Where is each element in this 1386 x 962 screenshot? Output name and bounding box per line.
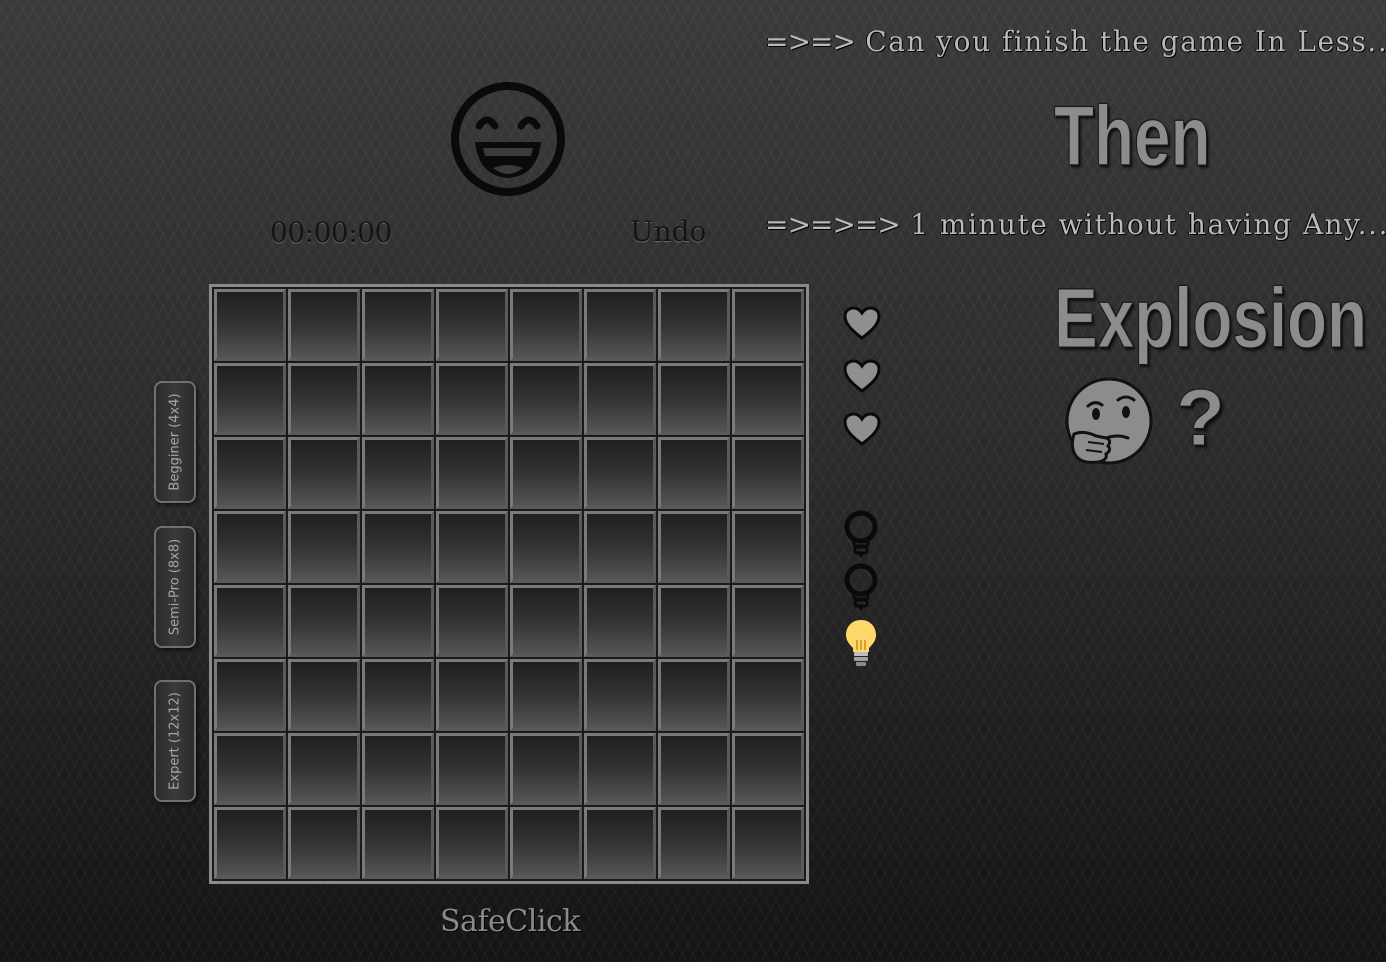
game-title: SafeClick xyxy=(440,904,580,939)
board-cell[interactable] xyxy=(732,733,804,805)
board-cell[interactable] xyxy=(510,733,582,805)
board-cell[interactable] xyxy=(436,437,508,509)
board-cell[interactable] xyxy=(362,289,434,361)
board-cell[interactable] xyxy=(510,659,582,731)
board-cell[interactable] xyxy=(362,511,434,583)
board-cell[interactable] xyxy=(584,437,656,509)
board-cell[interactable] xyxy=(584,289,656,361)
board-cell[interactable] xyxy=(436,363,508,435)
tagline-text-2: 1 minute without having Any... xyxy=(910,208,1386,241)
board-cell[interactable] xyxy=(214,585,286,657)
board-cell[interactable] xyxy=(584,807,656,879)
board-cell[interactable] xyxy=(584,659,656,731)
lightbulb-on-icon[interactable] xyxy=(842,618,880,668)
tagline-arrows-1: =>=> xyxy=(765,25,856,58)
tagline-arrows-2: =>=>=> xyxy=(765,208,901,241)
level-beginner-button[interactable]: Begginer (4x4) xyxy=(154,381,196,503)
board-cell[interactable] xyxy=(288,289,360,361)
board-cell[interactable] xyxy=(436,585,508,657)
timer: 00:00:00 xyxy=(270,216,392,249)
heart-icon xyxy=(843,359,881,393)
tagline-text-1: Can you finish the game In Less... xyxy=(865,25,1386,58)
explosion-heading: Explosion xyxy=(1054,271,1368,365)
level-semipro-label: Semi-Pro (8x8) xyxy=(167,538,183,636)
board-cell[interactable] xyxy=(214,733,286,805)
board-cell[interactable] xyxy=(584,511,656,583)
level-semipro-button[interactable]: Semi-Pro (8x8) xyxy=(154,526,196,648)
board-cell[interactable] xyxy=(658,289,730,361)
board-cell[interactable] xyxy=(214,363,286,435)
board-cell[interactable] xyxy=(214,511,286,583)
board-cell[interactable] xyxy=(362,807,434,879)
board-cell[interactable] xyxy=(732,363,804,435)
level-beginner-label: Begginer (4x4) xyxy=(167,393,183,491)
board-cell[interactable] xyxy=(584,363,656,435)
board-cell[interactable] xyxy=(214,437,286,509)
board-cell[interactable] xyxy=(658,807,730,879)
heart-icon xyxy=(843,412,881,446)
board-cell[interactable] xyxy=(658,437,730,509)
board-cell[interactable] xyxy=(436,807,508,879)
board-cell[interactable] xyxy=(436,659,508,731)
board-cell[interactable] xyxy=(288,807,360,879)
undo-button[interactable]: Undo xyxy=(630,212,710,252)
game-board xyxy=(209,284,809,884)
board-cell[interactable] xyxy=(510,585,582,657)
board-cell[interactable] xyxy=(362,659,434,731)
board-cell[interactable] xyxy=(362,363,434,435)
heart-icon xyxy=(843,306,881,340)
board-cell[interactable] xyxy=(658,511,730,583)
board-cell[interactable] xyxy=(214,289,286,361)
board-cell[interactable] xyxy=(510,289,582,361)
board-cell[interactable] xyxy=(658,363,730,435)
level-expert-label: Expert (12x12) xyxy=(167,692,183,790)
question-mark: ? xyxy=(1176,373,1226,462)
board-cell[interactable] xyxy=(436,289,508,361)
board-cell[interactable] xyxy=(436,733,508,805)
board-cell[interactable] xyxy=(214,659,286,731)
board-cell[interactable] xyxy=(732,585,804,657)
board-cell[interactable] xyxy=(732,807,804,879)
board-cell[interactable] xyxy=(288,585,360,657)
board-cell[interactable] xyxy=(436,511,508,583)
grinning-face-icon[interactable] xyxy=(449,80,567,198)
lightbulb-off-icon[interactable] xyxy=(842,563,880,613)
board-cell[interactable] xyxy=(362,585,434,657)
board-cell[interactable] xyxy=(510,807,582,879)
board-cell[interactable] xyxy=(658,733,730,805)
board-cell[interactable] xyxy=(510,511,582,583)
board-cell[interactable] xyxy=(288,659,360,731)
lightbulb-off-icon[interactable] xyxy=(842,510,880,560)
board-cell[interactable] xyxy=(288,733,360,805)
then-heading: Then xyxy=(1054,89,1211,183)
board-cell[interactable] xyxy=(732,659,804,731)
tagline-line-1: =>=> Can you finish the game In Less... xyxy=(765,22,1386,62)
level-expert-button[interactable]: Expert (12x12) xyxy=(154,680,196,802)
board-cell[interactable] xyxy=(732,437,804,509)
tagline-line-2: =>=>=> 1 minute without having Any... xyxy=(765,205,1386,245)
board-cell[interactable] xyxy=(362,733,434,805)
board-cell[interactable] xyxy=(732,511,804,583)
board-cell[interactable] xyxy=(510,363,582,435)
board-cell[interactable] xyxy=(658,585,730,657)
thinking-face-icon xyxy=(1065,377,1153,465)
board-cell[interactable] xyxy=(288,511,360,583)
board-cell[interactable] xyxy=(214,807,286,879)
board-cell[interactable] xyxy=(658,659,730,731)
board-cell[interactable] xyxy=(288,363,360,435)
board-cell[interactable] xyxy=(584,733,656,805)
board-cell[interactable] xyxy=(732,289,804,361)
board-cell[interactable] xyxy=(510,437,582,509)
board-cell[interactable] xyxy=(584,585,656,657)
board-cell[interactable] xyxy=(288,437,360,509)
board-cell[interactable] xyxy=(362,437,434,509)
